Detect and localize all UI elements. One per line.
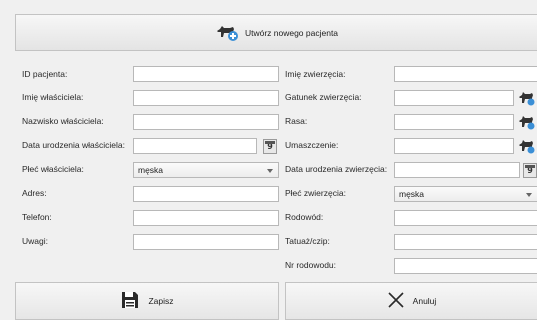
pedigree-field[interactable] [394,210,537,226]
new-patient-label: Utwórz nowego pacjenta [244,27,339,38]
tattoo-chip-field[interactable] [394,234,537,250]
notes-label: Uwagi: [22,236,48,246]
calendar-icon[interactable]: 9 [263,139,277,154]
owner-birth-date-label: Data urodzenia właściciela: [22,140,125,150]
pedigree-number-label: Nr rodowodu: [285,260,337,270]
owner-birth-date-field[interactable] [133,138,257,154]
phone-field[interactable] [133,210,279,226]
patient-id-field[interactable] [133,66,279,82]
dog-icon[interactable] [518,138,536,154]
address-label: Adres: [22,188,47,198]
animal-birth-date-field[interactable] [394,162,520,178]
breed-label: Rasa: [285,116,308,126]
animal-sex-label: Płeć zwierzęcia: [285,188,346,198]
dog-icon[interactable] [518,90,536,106]
save-button[interactable]: Zapisz [15,282,279,320]
calendar-icon[interactable]: 9 [523,163,537,178]
coat-color-field[interactable] [394,138,514,154]
patient-id-label: ID pacjenta: [22,69,68,79]
cancel-label: Anuluj [412,296,437,306]
notes-field[interactable] [133,234,279,250]
pedigree-number-field[interactable] [394,258,537,274]
owner-last-name-field[interactable] [133,114,279,130]
address-field[interactable] [133,186,279,202]
coat-color-label: Umaszczenie: [285,140,339,150]
save-icon [120,290,140,312]
new-patient-button[interactable]: Utwórz nowego pacjenta [15,14,537,51]
owner-first-name-label: Imię właściciela: [22,92,84,102]
chevron-down-icon [267,169,273,173]
species-field[interactable] [394,90,514,106]
animal-name-field[interactable] [394,66,537,82]
owner-sex-label: Płeć właściciela: [22,164,84,174]
owner-sex-value: męska [138,165,164,175]
dog-plus-icon [215,22,239,44]
owner-last-name-label: Nazwisko właściciela: [22,116,104,126]
animal-birth-date-label: Data urodzenia zwierzęcia: [285,164,388,174]
close-icon [387,291,405,311]
pedigree-label: Rodowód: [285,212,324,222]
dog-icon[interactable] [518,114,536,130]
breed-field[interactable] [394,114,514,130]
tattoo-chip-label: Tatuaż/czip: [285,236,330,246]
species-label: Gatunek zwierzęcia: [285,92,362,102]
phone-label: Telefon: [22,212,52,222]
cancel-button[interactable]: Anuluj [285,282,537,320]
owner-sex-select[interactable]: męska [133,162,279,178]
animal-sex-value: męska [399,189,425,199]
chevron-down-icon [526,193,532,197]
owner-first-name-field[interactable] [133,90,279,106]
save-label: Zapisz [148,296,174,306]
animal-name-label: Imię zwierzęcia: [285,69,346,79]
animal-sex-select[interactable]: męska [394,186,537,202]
